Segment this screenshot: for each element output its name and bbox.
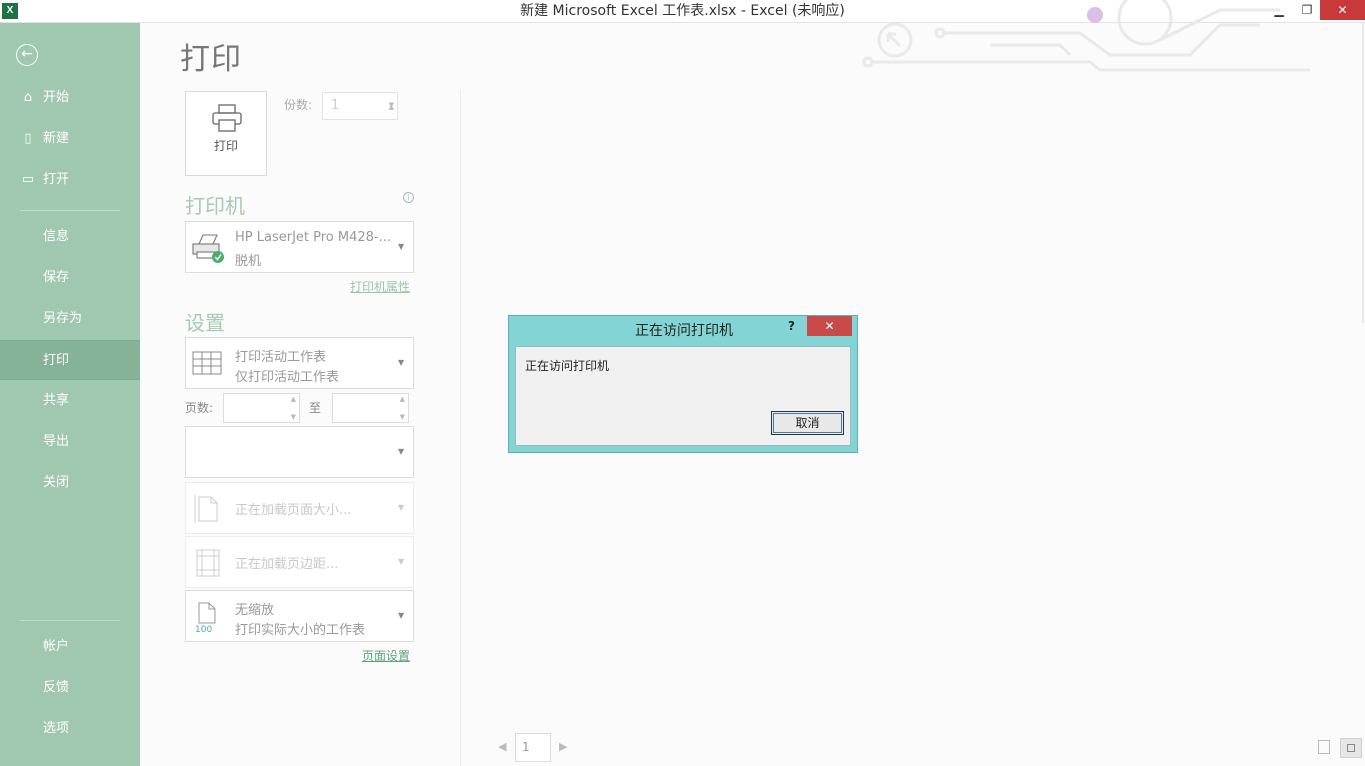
folder-icon: ▭ xyxy=(21,172,35,187)
zoom-to-page-icon[interactable] xyxy=(1340,738,1362,758)
pages-label: 页数: xyxy=(185,401,214,415)
page-from-input[interactable]: ▲ ▼ xyxy=(223,393,300,423)
collation-dropdown[interactable]: ▼ xyxy=(185,426,414,478)
copies-input[interactable]: 1 ▲ ▼ xyxy=(322,92,398,120)
previous-page-icon[interactable]: ◀ xyxy=(498,740,506,753)
sidebar-item-share[interactable]: 共享 xyxy=(0,381,140,421)
sidebar-item-label: 打开 xyxy=(43,172,70,187)
document-icon: ▯ xyxy=(24,131,32,146)
spin-up-icon[interactable]: ▲ xyxy=(291,395,296,403)
sidebar-item-close[interactable]: 关闭 xyxy=(0,463,140,503)
worksheet-grid-icon xyxy=(192,351,222,375)
dialog-message: 正在访问打印机 xyxy=(525,359,610,373)
sidebar-item-options[interactable]: 选项 xyxy=(0,709,140,749)
printer-ready-icon xyxy=(192,234,224,263)
show-margins-icon[interactable] xyxy=(1318,740,1330,754)
chevron-down-icon: ▼ xyxy=(398,503,405,512)
paper-size-loading: 正在加载页面大小... xyxy=(235,503,352,518)
margins-icon xyxy=(196,549,220,577)
scaling-icon-text: 100 xyxy=(195,625,212,633)
page-title: 打印 xyxy=(180,42,242,77)
dialog-close-button[interactable]: ✕ xyxy=(807,316,852,336)
sidebar-item-info[interactable]: 信息 xyxy=(0,217,140,257)
printer-dropdown[interactable]: HP LaserJet Pro M428-... 脱机 ▼ xyxy=(185,221,414,273)
accessing-printer-dialog: 正在访问打印机 ? ✕ 正在访问打印机 取消 xyxy=(508,315,858,453)
chevron-down-icon: ▼ xyxy=(398,557,405,566)
page-setup-link[interactable]: 页面设置 xyxy=(362,647,410,664)
printer-status: 脱机 xyxy=(235,254,262,269)
backstage-sidebar: ← ⌂ 开始 ▯ 新建 ▭ 打开 信息 保存 另存为 打印 共享 导出 关闭 帐… xyxy=(0,23,140,766)
sidebar-item-feedback[interactable]: 反馈 xyxy=(0,668,140,708)
page-number-input[interactable]: 1 xyxy=(515,733,551,762)
print-button-label: 打印 xyxy=(213,139,238,153)
sidebar-item-label: 打印 xyxy=(43,353,70,368)
sidebar-item-home[interactable]: ⌂ 开始 xyxy=(0,78,140,118)
next-page-icon[interactable]: ▶ xyxy=(559,740,567,753)
sidebar-item-label: 选项 xyxy=(43,721,70,736)
dialog-body: 正在访问打印机 取消 xyxy=(515,346,851,446)
sidebar-item-label: 保存 xyxy=(43,270,70,285)
sidebar-item-open[interactable]: ▭ 打开 xyxy=(0,160,140,200)
pages-to-label: 至 xyxy=(309,401,322,415)
paper-size-dropdown[interactable]: 正在加载页面大小... ▼ xyxy=(185,482,414,534)
sidebar-item-label: 关闭 xyxy=(43,475,70,490)
chevron-down-icon: ▼ xyxy=(398,611,405,620)
chevron-down-icon: ▼ xyxy=(398,447,405,456)
margins-loading: 正在加载页边距... xyxy=(235,557,339,572)
sidebar-item-save-as[interactable]: 另存为 xyxy=(0,299,140,339)
sidebar-item-label: 导出 xyxy=(43,434,70,449)
settings-heading: 设置 xyxy=(185,311,225,335)
scaling-page-icon: 100 xyxy=(195,602,216,633)
sidebar-item-label: 共享 xyxy=(43,393,70,408)
help-icon[interactable]: ? xyxy=(788,319,795,333)
print-scope-dropdown[interactable]: 打印活动工作表 仅打印活动工作表 ▼ xyxy=(185,337,414,389)
sidebar-item-label: 帐户 xyxy=(43,639,70,654)
scaling-main: 无缩放 xyxy=(235,603,275,618)
panel-divider xyxy=(460,90,461,766)
scaling-dropdown[interactable]: 100 无缩放 打印实际大小的工作表 ▼ xyxy=(185,590,414,642)
sidebar-divider xyxy=(20,620,120,621)
copies-value: 1 xyxy=(331,98,340,113)
sidebar-item-export[interactable]: 导出 xyxy=(0,422,140,462)
spin-down-icon[interactable]: ▼ xyxy=(291,413,296,421)
sidebar-item-label: 信息 xyxy=(43,229,70,244)
printer-name: HP LaserJet Pro M428-... xyxy=(235,230,392,245)
sidebar-item-new[interactable]: ▯ 新建 xyxy=(0,119,140,159)
printer-properties-link[interactable]: 打印机属性 xyxy=(350,278,410,295)
print-button[interactable]: 打印 xyxy=(185,91,267,176)
chevron-down-icon: ▼ xyxy=(398,242,405,251)
home-icon: ⌂ xyxy=(23,90,33,105)
sidebar-item-account[interactable]: 帐户 xyxy=(0,627,140,667)
sidebar-divider xyxy=(20,210,120,211)
spin-down-icon[interactable]: ▼ xyxy=(389,92,394,118)
printer-heading: 打印机 xyxy=(185,194,245,218)
back-arrow-icon[interactable]: ← xyxy=(16,44,38,66)
sidebar-item-label: 反馈 xyxy=(43,680,70,695)
spin-up-icon[interactable]: ▲ xyxy=(400,395,405,403)
sidebar-item-label: 新建 xyxy=(43,131,70,146)
margins-dropdown[interactable]: 正在加载页边距... ▼ xyxy=(185,536,414,588)
print-scope-main: 打印活动工作表 xyxy=(235,350,327,365)
copies-label: 份数: xyxy=(284,98,313,112)
scaling-sub: 打印实际大小的工作表 xyxy=(235,623,366,638)
cancel-button[interactable]: 取消 xyxy=(771,411,844,435)
circuit-decoration-icon xyxy=(862,0,1310,72)
page-to-input[interactable]: ▲ ▼ xyxy=(332,393,409,423)
sidebar-item-save[interactable]: 保存 xyxy=(0,258,140,298)
spin-down-icon[interactable]: ▼ xyxy=(400,413,405,421)
info-icon[interactable]: i xyxy=(403,192,414,203)
print-scope-sub: 仅打印活动工作表 xyxy=(235,370,340,385)
sidebar-item-print[interactable]: 打印 xyxy=(0,340,140,380)
sidebar-item-label: 另存为 xyxy=(43,311,83,326)
chevron-down-icon: ▼ xyxy=(398,358,405,367)
preview-scrollbar[interactable] xyxy=(1362,23,1364,323)
sidebar-item-label: 开始 xyxy=(43,90,70,105)
printer-icon xyxy=(212,104,242,132)
page-size-icon xyxy=(194,495,218,523)
